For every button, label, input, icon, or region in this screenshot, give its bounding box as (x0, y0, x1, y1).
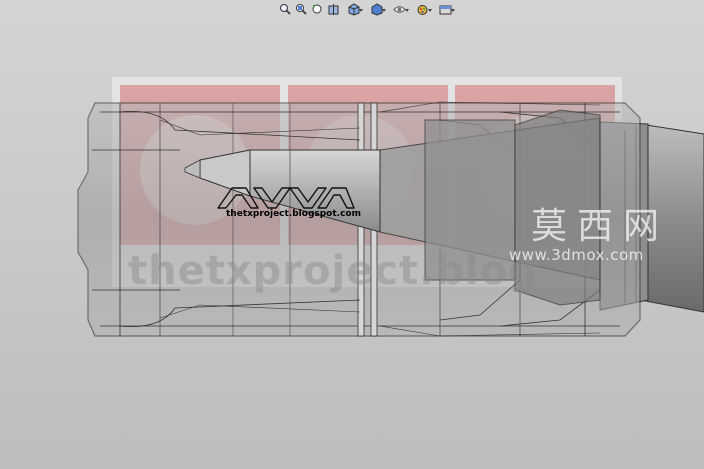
chevron-down-icon (359, 8, 363, 12)
previous-view-button[interactable] (310, 2, 325, 17)
apply-scene-button[interactable] (434, 2, 456, 17)
display-style-button[interactable] (365, 2, 387, 17)
view-orientation-button[interactable] (342, 2, 364, 17)
decal-watermark-text: thetxproject.blog (128, 248, 538, 294)
hide-show-items-icon (392, 3, 406, 16)
zoom-to-fit-icon (279, 3, 292, 16)
apply-scene-icon (439, 3, 452, 16)
display-style-icon (370, 2, 383, 16)
graphics-area[interactable]: thetxproject.blog thetxproject.blogspot.… (0, 0, 704, 469)
section-view-button[interactable] (326, 2, 341, 17)
chevron-down-icon (405, 8, 409, 12)
view-orientation-icon (347, 2, 360, 16)
zoom-to-fit-button[interactable] (278, 2, 293, 17)
previous-view-icon (311, 3, 324, 16)
heads-up-view-toolbar (278, 0, 456, 18)
zoom-to-area-button[interactable] (294, 2, 309, 17)
edit-appearance-button[interactable] (411, 2, 433, 17)
zoom-to-area-icon (295, 3, 308, 16)
chevron-down-icon (428, 8, 432, 12)
chevron-down-icon (451, 8, 455, 12)
site-watermark-logo: 莫西网 (531, 206, 670, 247)
chevron-down-icon (382, 8, 386, 12)
section-view-icon (327, 3, 340, 16)
site-watermark-url: www.3dmox.com (509, 246, 644, 264)
edit-appearance-icon (416, 3, 429, 16)
hide-show-items-button[interactable] (388, 2, 410, 17)
logo-caption: thetxproject.blogspot.com (226, 209, 361, 219)
